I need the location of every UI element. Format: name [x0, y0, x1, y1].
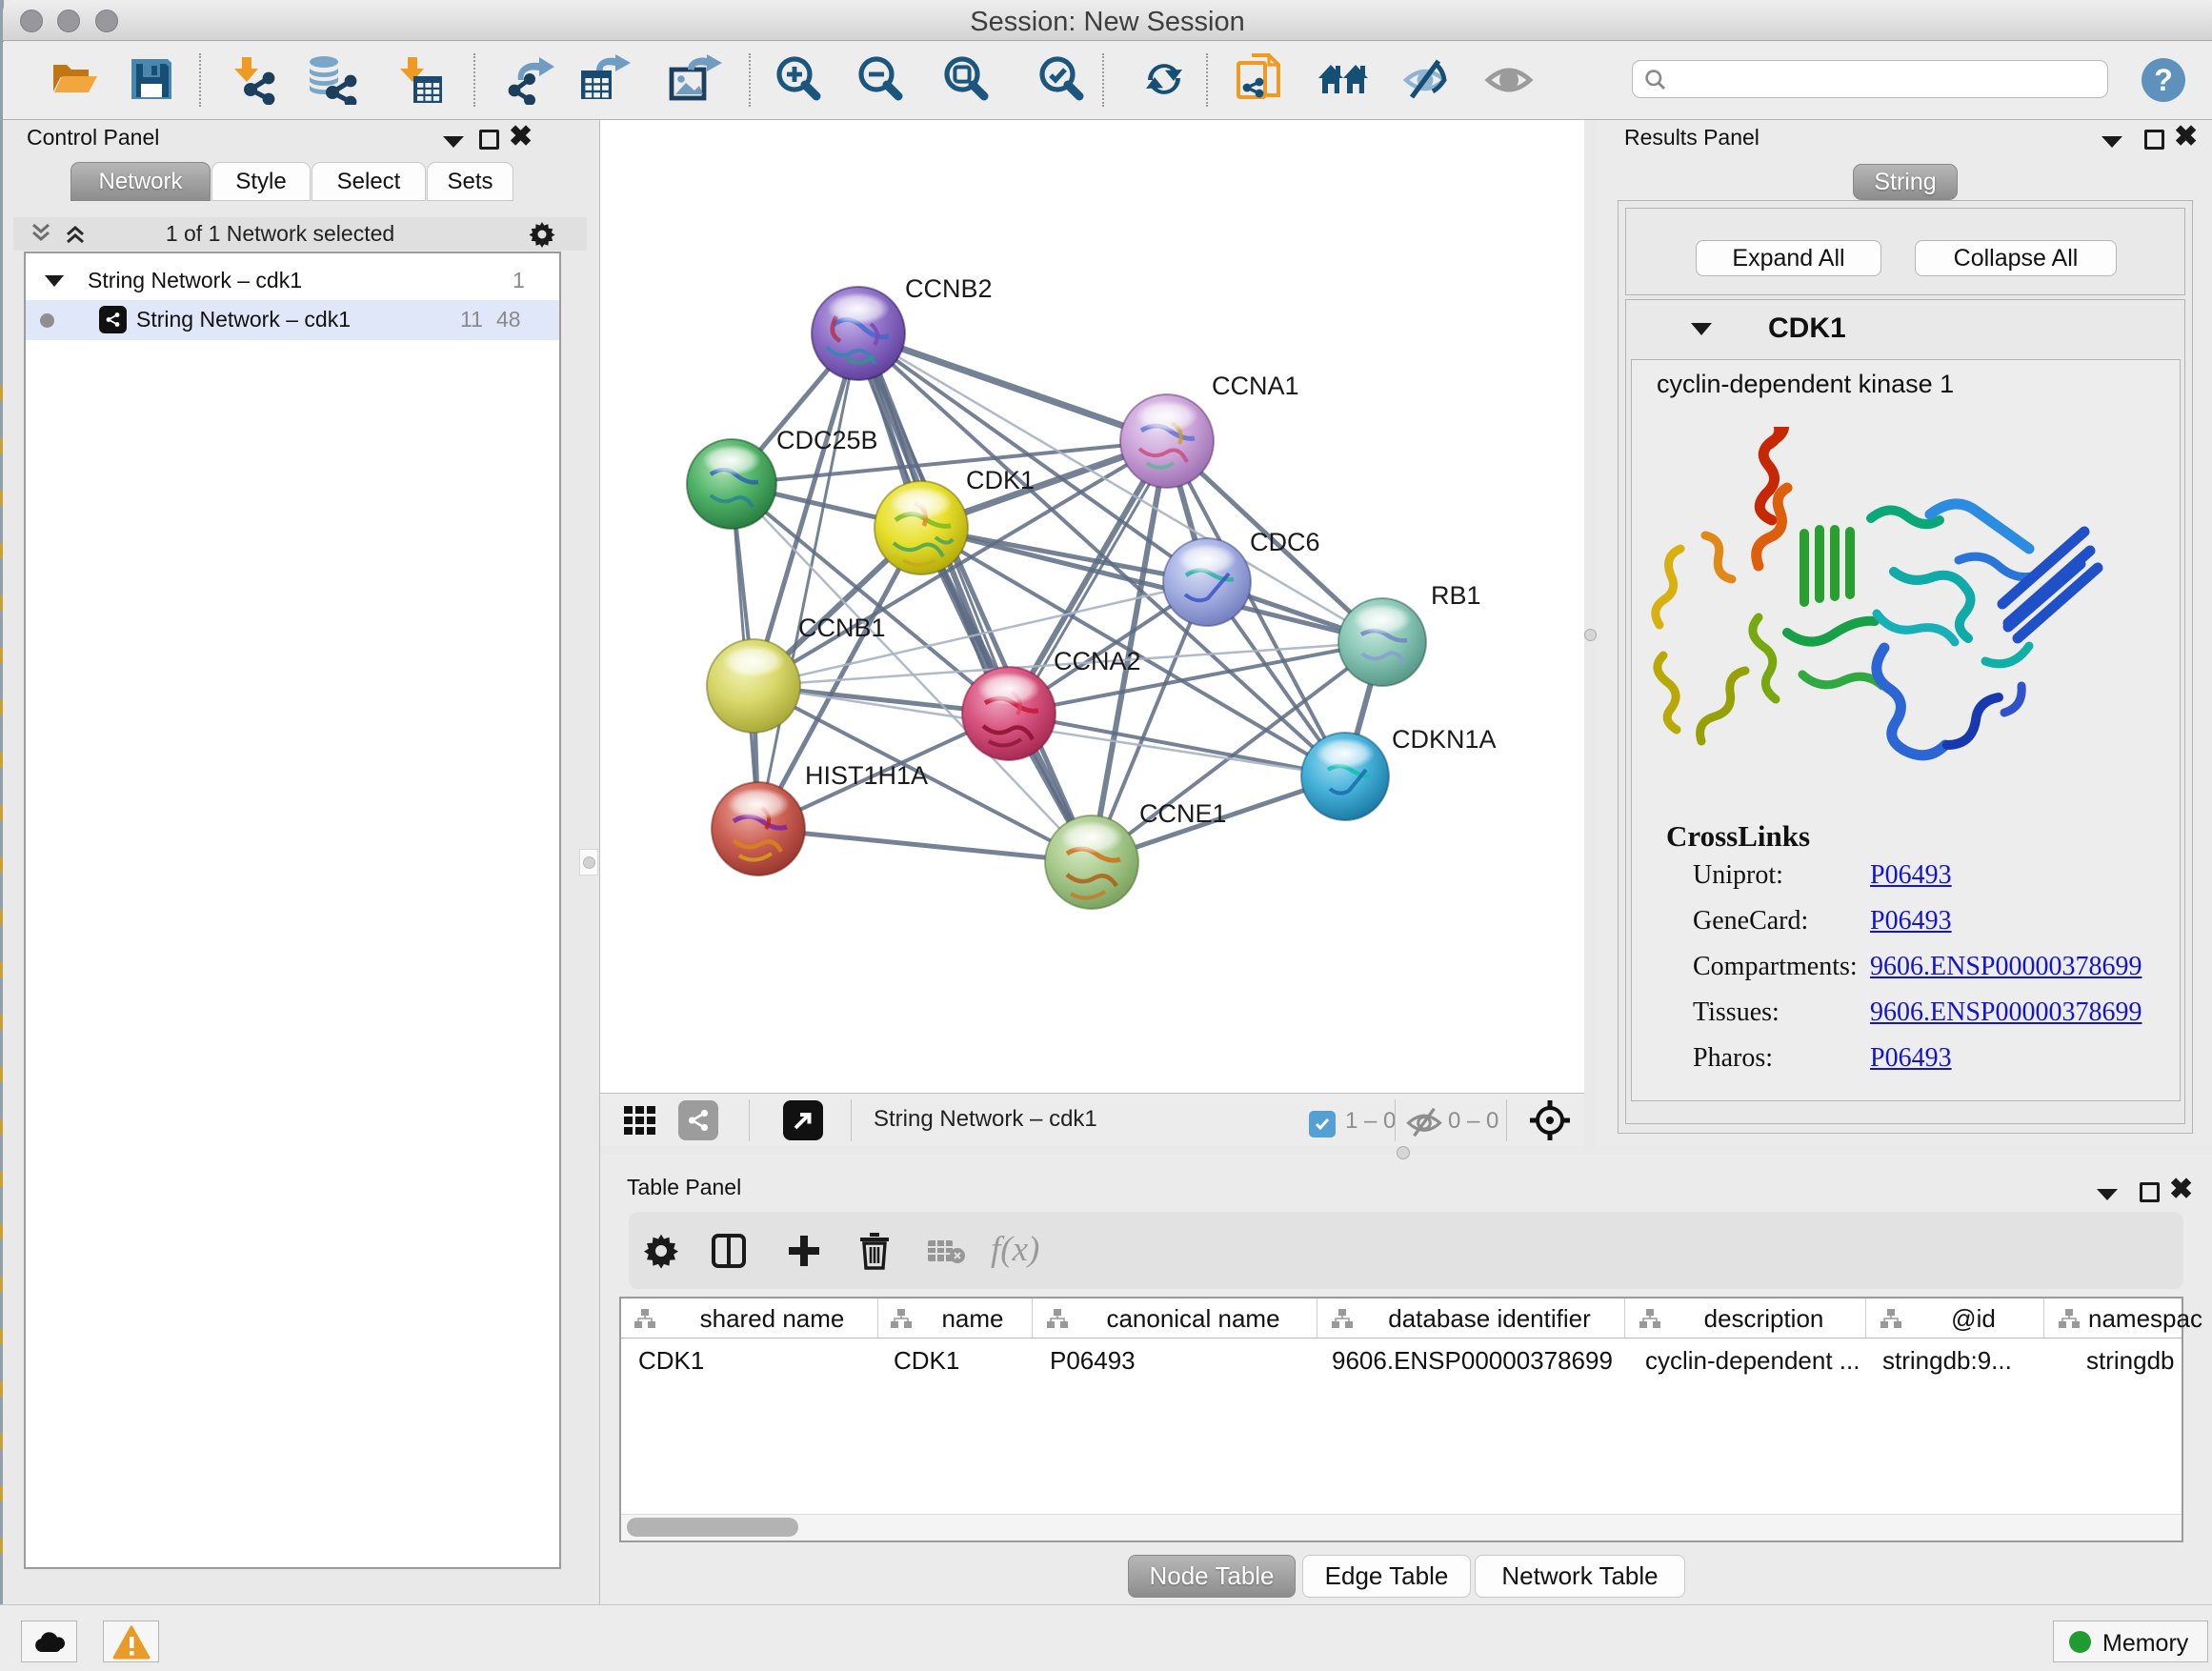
- svg-text:RB1: RB1: [1431, 581, 1481, 610]
- svg-text:CCNA1: CCNA1: [1212, 372, 1299, 400]
- svg-text:CCNE1: CCNE1: [1139, 799, 1227, 828]
- svg-text:CCNB1: CCNB1: [798, 614, 886, 642]
- svg-text:CDC6: CDC6: [1250, 528, 1320, 556]
- svg-text:CCNB2: CCNB2: [905, 274, 993, 303]
- svg-text:CDKN1A: CDKN1A: [1392, 725, 1497, 754]
- svg-text:CDC25B: CDC25B: [776, 426, 878, 454]
- svg-text:CCNA2: CCNA2: [1054, 647, 1141, 675]
- svg-text:HIST1H1A: HIST1H1A: [805, 761, 928, 790]
- svg-text:CDK1: CDK1: [966, 466, 1035, 494]
